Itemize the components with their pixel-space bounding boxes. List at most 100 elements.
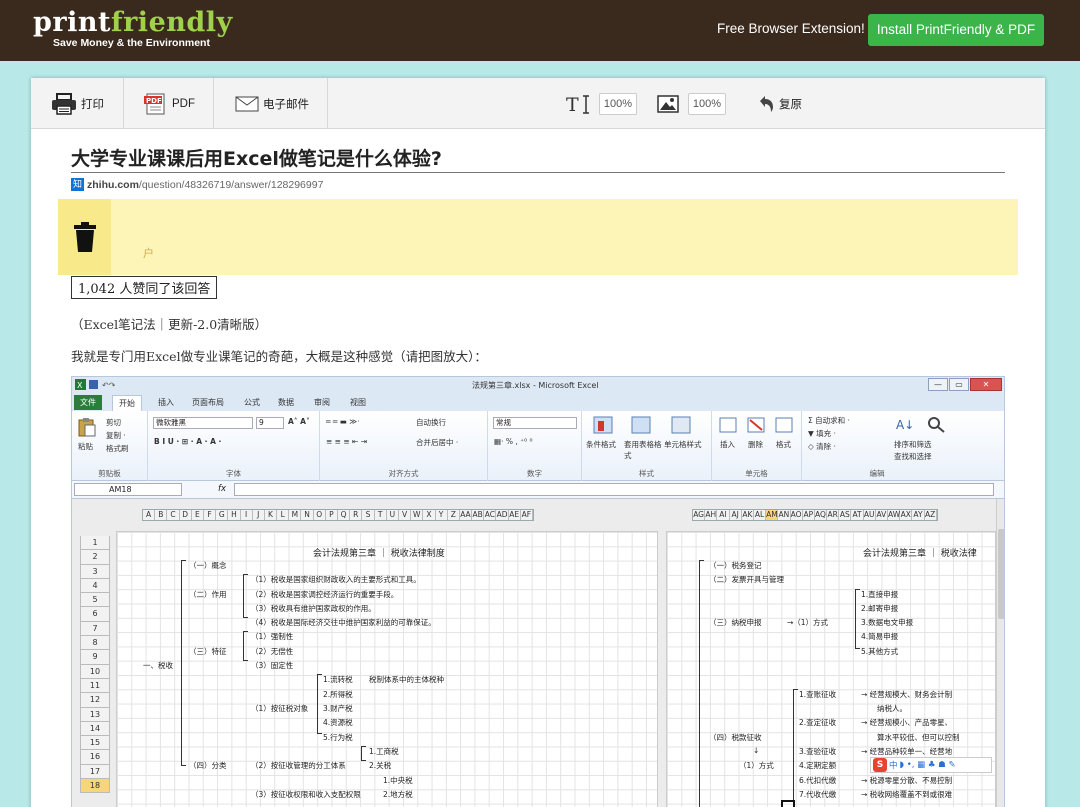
toolbar-divider: [327, 78, 328, 129]
image-size-control[interactable]: 100%: [657, 78, 726, 129]
pdf-button[interactable]: PDF PDF: [144, 78, 195, 129]
tab-file: 文件: [74, 395, 102, 410]
extension-promo-text: Free Browser Extension!: [717, 21, 865, 36]
undo-button[interactable]: 复原: [757, 78, 802, 129]
group-label: 编辑: [869, 469, 885, 478]
column-header: P: [326, 510, 338, 520]
undo-label: 复原: [779, 98, 802, 111]
text-size-control[interactable]: T 100%: [566, 78, 637, 129]
maximize-button: ▭: [949, 378, 969, 391]
checkbox-icon: [781, 800, 795, 807]
sheet-cell: 5.行为税: [323, 733, 353, 742]
tab-page-layout: 页面布局: [192, 398, 224, 407]
column-header: J: [253, 510, 265, 520]
delete-block-button[interactable]: [58, 199, 111, 275]
sort-filter-label: 排序和筛选: [894, 440, 932, 449]
source-domain: zhihu.com: [87, 178, 139, 191]
group-label: 剪贴板: [98, 469, 121, 478]
brace-line: [243, 631, 248, 661]
column-header: AO: [790, 510, 803, 520]
column-header: K: [265, 510, 278, 520]
image-size-value[interactable]: 100%: [688, 92, 726, 115]
sheet-cell: （4）税收是国际经济交往中维护国家利益的可靠保证。: [251, 618, 436, 627]
column-header: G: [216, 510, 229, 520]
excel-screenshot-image: X ↶↷ 法规第三章.xlsx - Microsoft Excel — ▭ ✕ 文…: [71, 376, 1005, 807]
toolbar-divider: [213, 78, 214, 129]
sheet-cell: （四）税款征收: [709, 733, 762, 742]
tab-review: 审阅: [314, 398, 330, 407]
merge-center-label: 合并后居中 ·: [416, 438, 459, 447]
email-button[interactable]: 电子邮件: [235, 78, 309, 129]
column-header: V: [399, 510, 412, 520]
sogou-icon: S: [873, 758, 887, 772]
sheet-cell: （三）纳税申报: [709, 618, 762, 627]
column-header: AA: [460, 510, 473, 520]
column-header: AB: [472, 510, 485, 520]
print-button[interactable]: 打印: [51, 78, 104, 129]
column-header: Y: [436, 510, 448, 520]
table-format-label: 套用表格格式: [624, 440, 662, 460]
excel-app-icon: X ↶↷: [75, 379, 115, 390]
column-header: Q: [338, 510, 351, 520]
printfriendly-logo[interactable]: printfriendly Save Money & the Environme…: [33, 8, 233, 49]
sheet-cell: 1.工商税: [369, 747, 399, 756]
row-header: 7: [80, 621, 110, 637]
column-header: U: [387, 510, 399, 520]
sheet-cell: 2.查定征收: [799, 718, 837, 727]
sheet-cell: （2）无偿性: [251, 647, 294, 656]
group-label: 对齐方式: [388, 469, 419, 478]
brace-line: [793, 689, 798, 807]
sheet-cell: 税制体系中的主体税种: [369, 675, 444, 684]
row-header: 5: [80, 593, 110, 608]
sheet-cell: 1.中央税: [383, 776, 413, 785]
number-format-icons: ▦· % , ⁺⁰ ⁰: [494, 437, 533, 446]
sheet-cell: ↓: [753, 746, 760, 755]
column-header: B: [155, 510, 168, 520]
column-header: AX: [900, 510, 913, 520]
sheet-cell: （一）概念: [189, 561, 227, 570]
trash-icon: [73, 222, 96, 252]
window-controls: — ▭ ✕: [928, 378, 1002, 391]
row-header: 8: [80, 636, 110, 651]
envelope-icon: [235, 96, 259, 111]
brace-line: [361, 746, 366, 761]
align-icons: ≡ ≡ ≡ ⇤ ⇥: [326, 437, 367, 446]
align-top-icons: ═ ═ ▬ ≫·: [326, 417, 360, 426]
row-header: 18: [80, 779, 110, 794]
column-header: AH: [705, 510, 718, 520]
column-header: AI: [717, 510, 730, 520]
brace-line: [855, 589, 860, 649]
row-header: 15: [80, 736, 110, 751]
sheet-cell: 4.简易申报: [861, 632, 899, 641]
row-header: 6: [80, 607, 110, 622]
text-size-value[interactable]: 100%: [599, 92, 637, 115]
sheet-cell: → 经营品种较单一、经营地: [861, 747, 953, 756]
pdf-label: PDF: [172, 97, 195, 110]
column-header: F: [204, 510, 217, 520]
column-header: Z: [448, 510, 460, 520]
brace-line: [181, 560, 186, 766]
excel-sheet-area: A B C D E F G H I J K L M N O P Q R S T U V W X Y Z AA AB AC AD AE AF A…: [72, 499, 1004, 807]
article-source[interactable]: 知 zhihu.com/question/48326719/answer/128…: [71, 178, 323, 191]
brace-line: [243, 574, 248, 618]
format-painter-label: 格式刷: [106, 444, 129, 453]
install-extension-button[interactable]: Install PrintFriendly & PDF: [868, 14, 1044, 46]
row-header: 10: [80, 664, 110, 679]
ribbon-group-clipboard: 粘贴 剪切 复制 · 格式刷 剪贴板: [72, 411, 148, 481]
column-header: A: [143, 510, 156, 520]
sheet-cell: 7.代收代缴: [799, 790, 837, 799]
group-label: 样式: [639, 469, 654, 478]
group-label: 单元格: [745, 469, 768, 478]
column-header: C: [167, 510, 180, 520]
tab-data: 数据: [278, 398, 294, 407]
excel-window-title: 法规第三章.xlsx - Microsoft Excel: [472, 381, 599, 390]
ime-toolbar: S 中 ◗ •, ▦ ♣ ☗ ✎: [870, 757, 992, 773]
sheet-cell: （三）特征: [189, 647, 227, 656]
cell-style-label: 单元格样式: [664, 440, 702, 449]
column-header: AJ: [730, 510, 742, 520]
ribbon-group-alignment: ═ ═ ▬ ≫· 自动换行 ≡ ≡ ≡ ⇤ ⇥ 合并后居中 · 对齐方式: [320, 411, 488, 481]
column-header: AQ: [815, 510, 828, 520]
vertical-scrollbar: [996, 499, 1004, 807]
close-button: ✕: [970, 378, 1002, 391]
conditional-format-label: 条件格式: [586, 440, 616, 449]
